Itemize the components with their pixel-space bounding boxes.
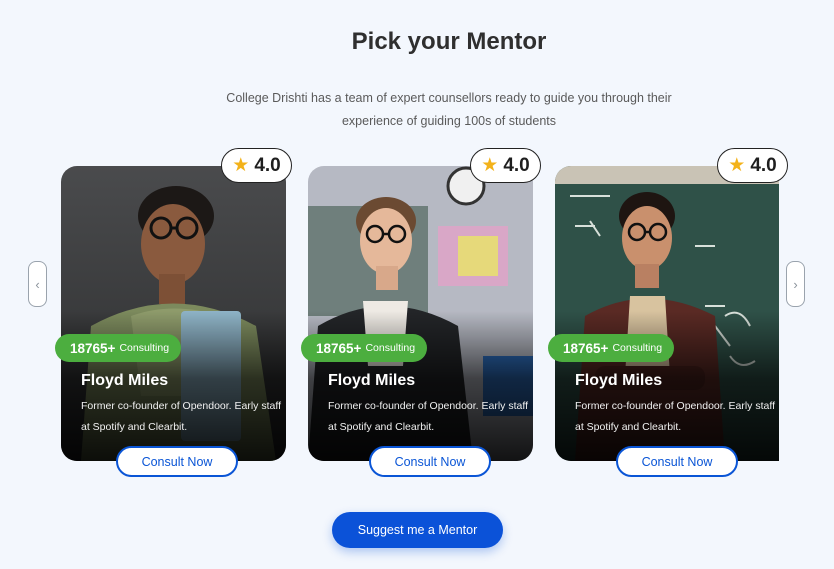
rating-badge: ★ 4.0 [470, 148, 541, 183]
consulting-badge: 18765+ Consulting [55, 334, 182, 362]
mentor-description: Former co-founder of Opendoor. Early sta… [81, 400, 281, 433]
rating-badge: ★ 4.0 [221, 148, 292, 183]
star-icon: ★ [232, 155, 250, 176]
rating-badge: ★ 4.0 [717, 148, 788, 183]
consult-now-button[interactable]: Consult Now [116, 446, 238, 477]
mentor-name: Floyd Miles [575, 372, 663, 389]
mentor-card[interactable]: Floyd Miles Former co-founder of Opendoo… [555, 166, 779, 461]
chevron-right-icon: › [793, 276, 798, 292]
mentor-name: Floyd Miles [81, 372, 169, 389]
consulting-count: 18765+ [316, 340, 362, 356]
consulting-label: Consulting [612, 342, 663, 354]
consult-now-button[interactable]: Consult Now [616, 446, 738, 477]
carousel-prev-button[interactable]: ‹ [28, 261, 47, 307]
mentor-card[interactable]: Floyd Miles Former co-founder of Opendoo… [308, 166, 533, 461]
consulting-badge: 18765+ Consulting [548, 334, 675, 362]
suggest-mentor-button[interactable]: Suggest me a Mentor [332, 512, 503, 548]
star-icon: ★ [481, 155, 499, 176]
carousel-next-button[interactable]: › [786, 261, 805, 307]
chevron-left-icon: ‹ [35, 276, 40, 292]
page-title: Pick your Mentor [351, 28, 547, 55]
page-subtitle: College Drishti has a team of expert cou… [226, 91, 672, 128]
mentor-name: Floyd Miles [328, 372, 416, 389]
rating-value: 4.0 [750, 154, 777, 176]
consulting-label: Consulting [365, 342, 416, 354]
mentor-card[interactable]: Floyd Miles Former co-founder of Opendoo… [61, 166, 286, 461]
consulting-badge: 18765+ Consulting [301, 334, 428, 362]
consulting-count: 18765+ [563, 340, 609, 356]
mentor-description: Former co-founder of Opendoor. Early sta… [575, 400, 775, 433]
consult-now-button[interactable]: Consult Now [369, 446, 491, 477]
consulting-label: Consulting [119, 342, 170, 354]
consulting-count: 18765+ [70, 340, 116, 356]
rating-value: 4.0 [503, 154, 530, 176]
star-icon: ★ [728, 155, 746, 176]
rating-value: 4.0 [254, 154, 281, 176]
mentor-description: Former co-founder of Opendoor. Early sta… [328, 400, 528, 433]
